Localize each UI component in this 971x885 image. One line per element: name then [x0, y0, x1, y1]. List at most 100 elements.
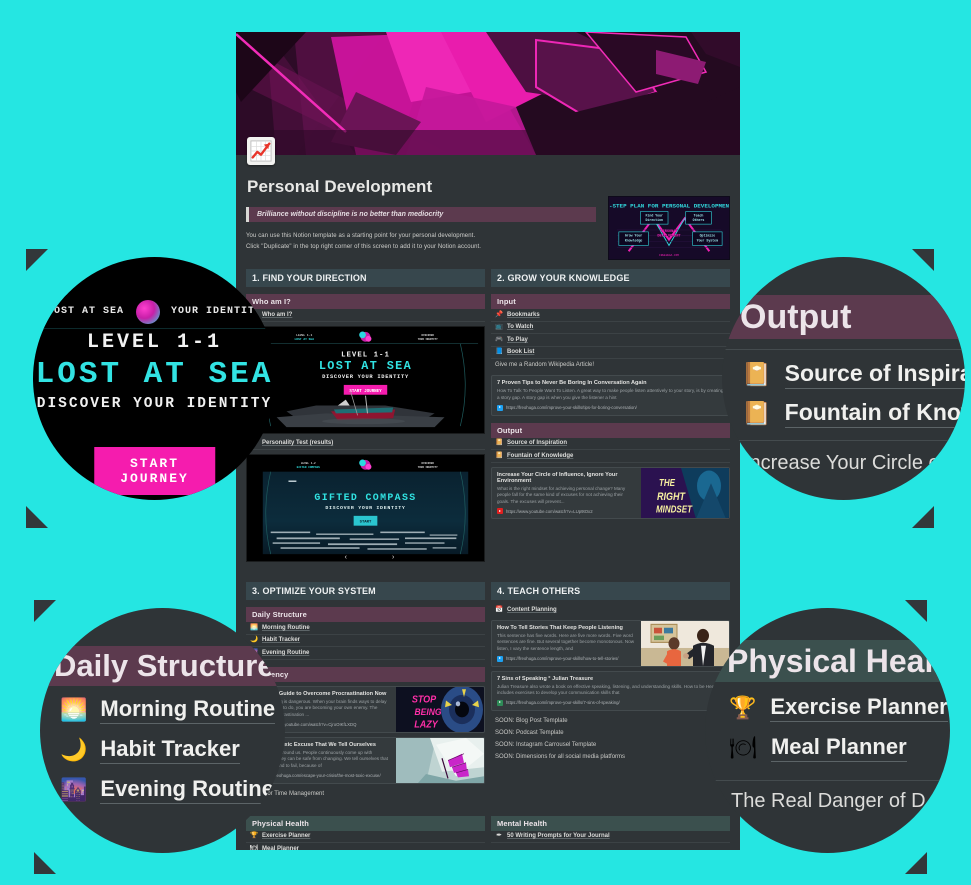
- magnified-list-item[interactable]: 📔 Fountain of Knowledge: [742, 399, 965, 428]
- crop-mark-icon: [905, 600, 927, 622]
- list-item-label: Morning Routine: [100, 696, 276, 724]
- list-item[interactable]: 🏆 Exercise Planner: [246, 831, 485, 844]
- list-item[interactable]: 📔 Fountain of Knowledge: [491, 450, 730, 463]
- columns-row-3: Physical Health 🏆 Exercise Planner 🍽 Meal …: [246, 815, 730, 850]
- magnified-list-item[interactable]: 🌙 Habit Tracker: [60, 736, 240, 764]
- book-icon: 📘: [495, 348, 504, 356]
- bookmark-card[interactable]: Increase Your Circle of Influence, Ignor…: [491, 466, 730, 520]
- butterfly-thumbnail: [396, 737, 484, 783]
- magnified-list-item[interactable]: 📔 Source of Inspiration: [742, 360, 965, 389]
- list-item[interactable]: 📔 Source of Inspiration: [491, 438, 730, 450]
- magnified-list-item[interactable]: 🌆 Evening Routine: [60, 776, 274, 804]
- section-header-optimize-system: 3. OPTIMIZE YOUR SYSTEM: [246, 582, 485, 601]
- game-gifted-compass[interactable]: LEVEL 1-2 GIFTED COMPASS DISCOVER YOUR I…: [246, 454, 485, 563]
- column-physical-health: Physical Health 🏆 Exercise Planner 🍽 Meal …: [246, 815, 485, 850]
- magnified-list-item[interactable]: 🍽 Meal Planner: [729, 734, 907, 762]
- daily-structure-magnifier[interactable]: Daily Structure 🌅 Morning Routine 🌙 Habi…: [40, 608, 285, 853]
- svg-text:DISCOVER: DISCOVER: [422, 334, 435, 337]
- sunrise-icon: 🌅: [60, 697, 88, 722]
- magnified-list-item[interactable]: 🏆 Exercise Planner: [729, 694, 948, 722]
- page-icon[interactable]: [247, 137, 275, 165]
- bookmark-text: 7 Sins of Speaking ° Julian Treasure Jul…: [492, 672, 729, 710]
- svg-text:DISCOVER YOUR IDENTITY: DISCOVER YOUR IDENTITY: [325, 505, 405, 511]
- game-title: LOST AT SEA: [35, 357, 274, 392]
- bookmark-title: How To Tell Stories That Keep People Lis…: [497, 624, 623, 631]
- svg-text:LEVEL 1-1: LEVEL 1-1: [296, 334, 312, 337]
- svg-text:Find Your: Find Your: [645, 213, 663, 217]
- crop-mark-icon: [912, 249, 934, 271]
- list-item-label: Personality Test (results): [262, 440, 334, 447]
- bookmark-thumbnail: THE RIGHT MINDSET: [641, 467, 729, 519]
- bookmark-card[interactable]: 7 Sins of Speaking ° Julian Treasure Jul…: [491, 670, 730, 711]
- random-wikipedia-link[interactable]: Give me a Random Wikipedia Article!: [491, 359, 730, 371]
- crop-mark-icon: [26, 249, 48, 271]
- bookmark-text: How To Tell Stories That Keep People Lis…: [492, 621, 641, 666]
- calendar-icon: 📅: [495, 605, 504, 613]
- section-header-grow-knowledge: 2. GROW YOUR KNOWLEDGE: [491, 269, 730, 288]
- list-item[interactable]: 📺 To Watch: [491, 322, 730, 335]
- physical-health-magnifier[interactable]: Physical Health 🏆 Exercise Planner 🍽 Mea…: [705, 608, 950, 853]
- list-item[interactable]: ✎ Personality Test (results): [246, 438, 485, 451]
- bookmark-card[interactable]: How To Tell Stories That Keep People Lis…: [491, 619, 730, 667]
- pin-icon: 📌: [495, 310, 504, 318]
- list-item-label: Meal Planner: [770, 734, 907, 762]
- lost-at-sea-magnifier[interactable]: LOST AT SEA YOUR IDENTITY LEVEL 1-1 LOST…: [33, 257, 276, 500]
- magnified-game-topbar: LOST AT SEA YOUR IDENTITY: [33, 295, 276, 329]
- list-item-label: Habit Tracker: [100, 736, 240, 764]
- list-item[interactable]: 📅 Content Planning: [491, 604, 730, 616]
- divider: [722, 349, 965, 350]
- magnified-list-item[interactable]: 🌅 Morning Routine: [60, 696, 276, 724]
- magnified-bookmark-title: Increase Your Circle of: [744, 452, 946, 474]
- list-item[interactable]: ↗ Who am I?: [246, 309, 485, 322]
- bookmark-url-row: https://freohuga.com/improve-your-skills…: [497, 404, 724, 411]
- list-item-label: Morning Routine: [262, 624, 310, 631]
- cityscape-dusk-icon: 🌆: [60, 777, 88, 802]
- list-item[interactable]: 📘 Book List: [491, 347, 730, 360]
- game-lost-at-sea[interactable]: LEVEL 1-1 LOST AT SEA DISCOVER YOUR IDEN…: [246, 325, 485, 434]
- page-quote: Brilliance without discipline is no bett…: [246, 207, 596, 222]
- tools-time-management-link[interactable]: Tools for Time Management: [246, 788, 485, 800]
- columns-row-2: 3. OPTIMIZE YOUR SYSTEM Daily Structure …: [246, 582, 730, 799]
- bookmark-title: Increase Your Circle of Influence, Ignor…: [497, 471, 618, 484]
- output-magnifier[interactable]: Output 📔 Source of Inspiration 📔 Fountai…: [722, 257, 965, 500]
- lost-at-sea-artwork: LEVEL 1-1 LOST AT SEA DISCOVER YOUR IDEN…: [247, 326, 484, 433]
- moon-icon: 🌙: [60, 737, 88, 762]
- list-item[interactable]: 🌅 Morning Routine: [246, 622, 485, 635]
- list-item[interactable]: 🍽 Meal Planner: [246, 843, 485, 850]
- start-journey-button[interactable]: START JOURNEY: [93, 447, 216, 495]
- sub-header-mental-health: Mental Health: [491, 815, 730, 831]
- list-item[interactable]: 📌 Bookmarks: [491, 309, 730, 322]
- moon-icon: 🌙: [250, 636, 259, 644]
- list-item[interactable]: 🎮 To Play: [491, 334, 730, 347]
- list-item-label: 50 Writing Prompts for Your Journal: [507, 833, 610, 840]
- game-logo-icon: [135, 299, 160, 324]
- page-title: Personal Development: [247, 177, 433, 196]
- page-cover: [236, 32, 740, 155]
- tv-icon: 📺: [495, 323, 504, 331]
- svg-text:4-STEP PLAN FOR PERSONAL DEVEL: 4-STEP PLAN FOR PERSONAL DEVELOPMENT: [609, 203, 729, 210]
- crop-mark-icon: [34, 600, 56, 622]
- sunrise-icon: 🌅: [250, 623, 259, 631]
- columns-row-1: 1. FIND YOUR DIRECTION Who am I? ↗ Who a…: [246, 269, 730, 566]
- svg-text:PERSONAL: PERSONAL: [661, 230, 678, 234]
- list-item-label: Meal Planner: [262, 845, 300, 850]
- magnified-physical-header: Physical Health: [705, 640, 950, 682]
- bookmark-card[interactable]: 7 Proven Tips to Never Be Boring In Conv…: [491, 375, 730, 416]
- magnified-bookmark-title: The Real Danger of D: [731, 790, 926, 812]
- bookmark-text: 7 Proven Tips to Never Be Boring In Conv…: [492, 376, 729, 414]
- bookmark-description: What is the right mindset for achieving …: [497, 485, 626, 504]
- svg-text:YOUR IDENTITY: YOUR IDENTITY: [418, 337, 438, 340]
- crop-mark-icon: [912, 506, 934, 528]
- bookmark-title: 7 Sins of Speaking ° Julian Treasure: [497, 675, 594, 682]
- output-header-title: Output: [740, 297, 852, 336]
- svg-text:START JOURNEY: START JOURNEY: [349, 389, 382, 393]
- list-item[interactable]: ✒ 50 Writing Prompts for Your Journal: [491, 831, 730, 844]
- svg-text:GIFTED COMPASS: GIFTED COMPASS: [297, 466, 321, 469]
- soon-item: SOON: Podcast Template: [495, 729, 564, 736]
- favicon-icon: [497, 404, 503, 411]
- topbar-left-label: LOST AT SEA: [47, 306, 125, 317]
- column-grow-knowledge: 2. GROW YOUR KNOWLEDGE Input 📌 Bookmarks …: [491, 269, 730, 566]
- daily-structure-header-title: Daily Structure: [54, 648, 275, 683]
- four-step-plan-image[interactable]: 4-STEP PLAN FOR PERSONAL DEVELOPMENT Fin…: [608, 196, 730, 260]
